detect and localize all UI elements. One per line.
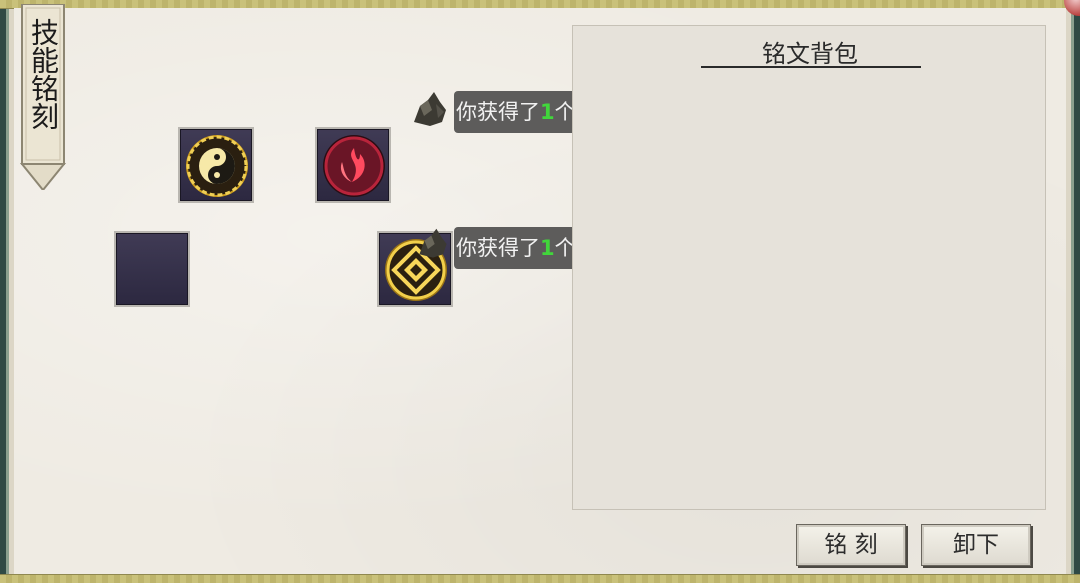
yin-yang-emblem-icon [186,135,248,197]
tab-label: 技能铭刻 [27,18,60,130]
bottom-border [0,574,1080,583]
ore-slag-icon [414,92,446,126]
inscribe-button[interactable]: 铭 刻 [796,524,906,566]
toast-prefix: 你获得了 [456,236,540,260]
skill-slot-empty[interactable] [114,231,190,307]
toast-quantity: 1 [540,100,555,124]
unequip-button[interactable]: 卸下 [921,524,1031,566]
skill-slot-1[interactable] [178,127,254,203]
inscription-bag-panel[interactable]: 铭文背包 [572,25,1046,510]
skill-inscription-tab[interactable]: 技能铭刻 [20,4,66,190]
toast-prefix: 你获得了 [456,100,540,124]
toast-quantity: 1 [540,236,555,260]
skill-slot-2[interactable] [315,127,391,203]
ore-slag-icon [419,228,447,258]
inscription-bag-title: 铭文背包 [762,40,858,68]
red-flame-emblem-icon [323,135,385,197]
title-underline [701,66,921,68]
